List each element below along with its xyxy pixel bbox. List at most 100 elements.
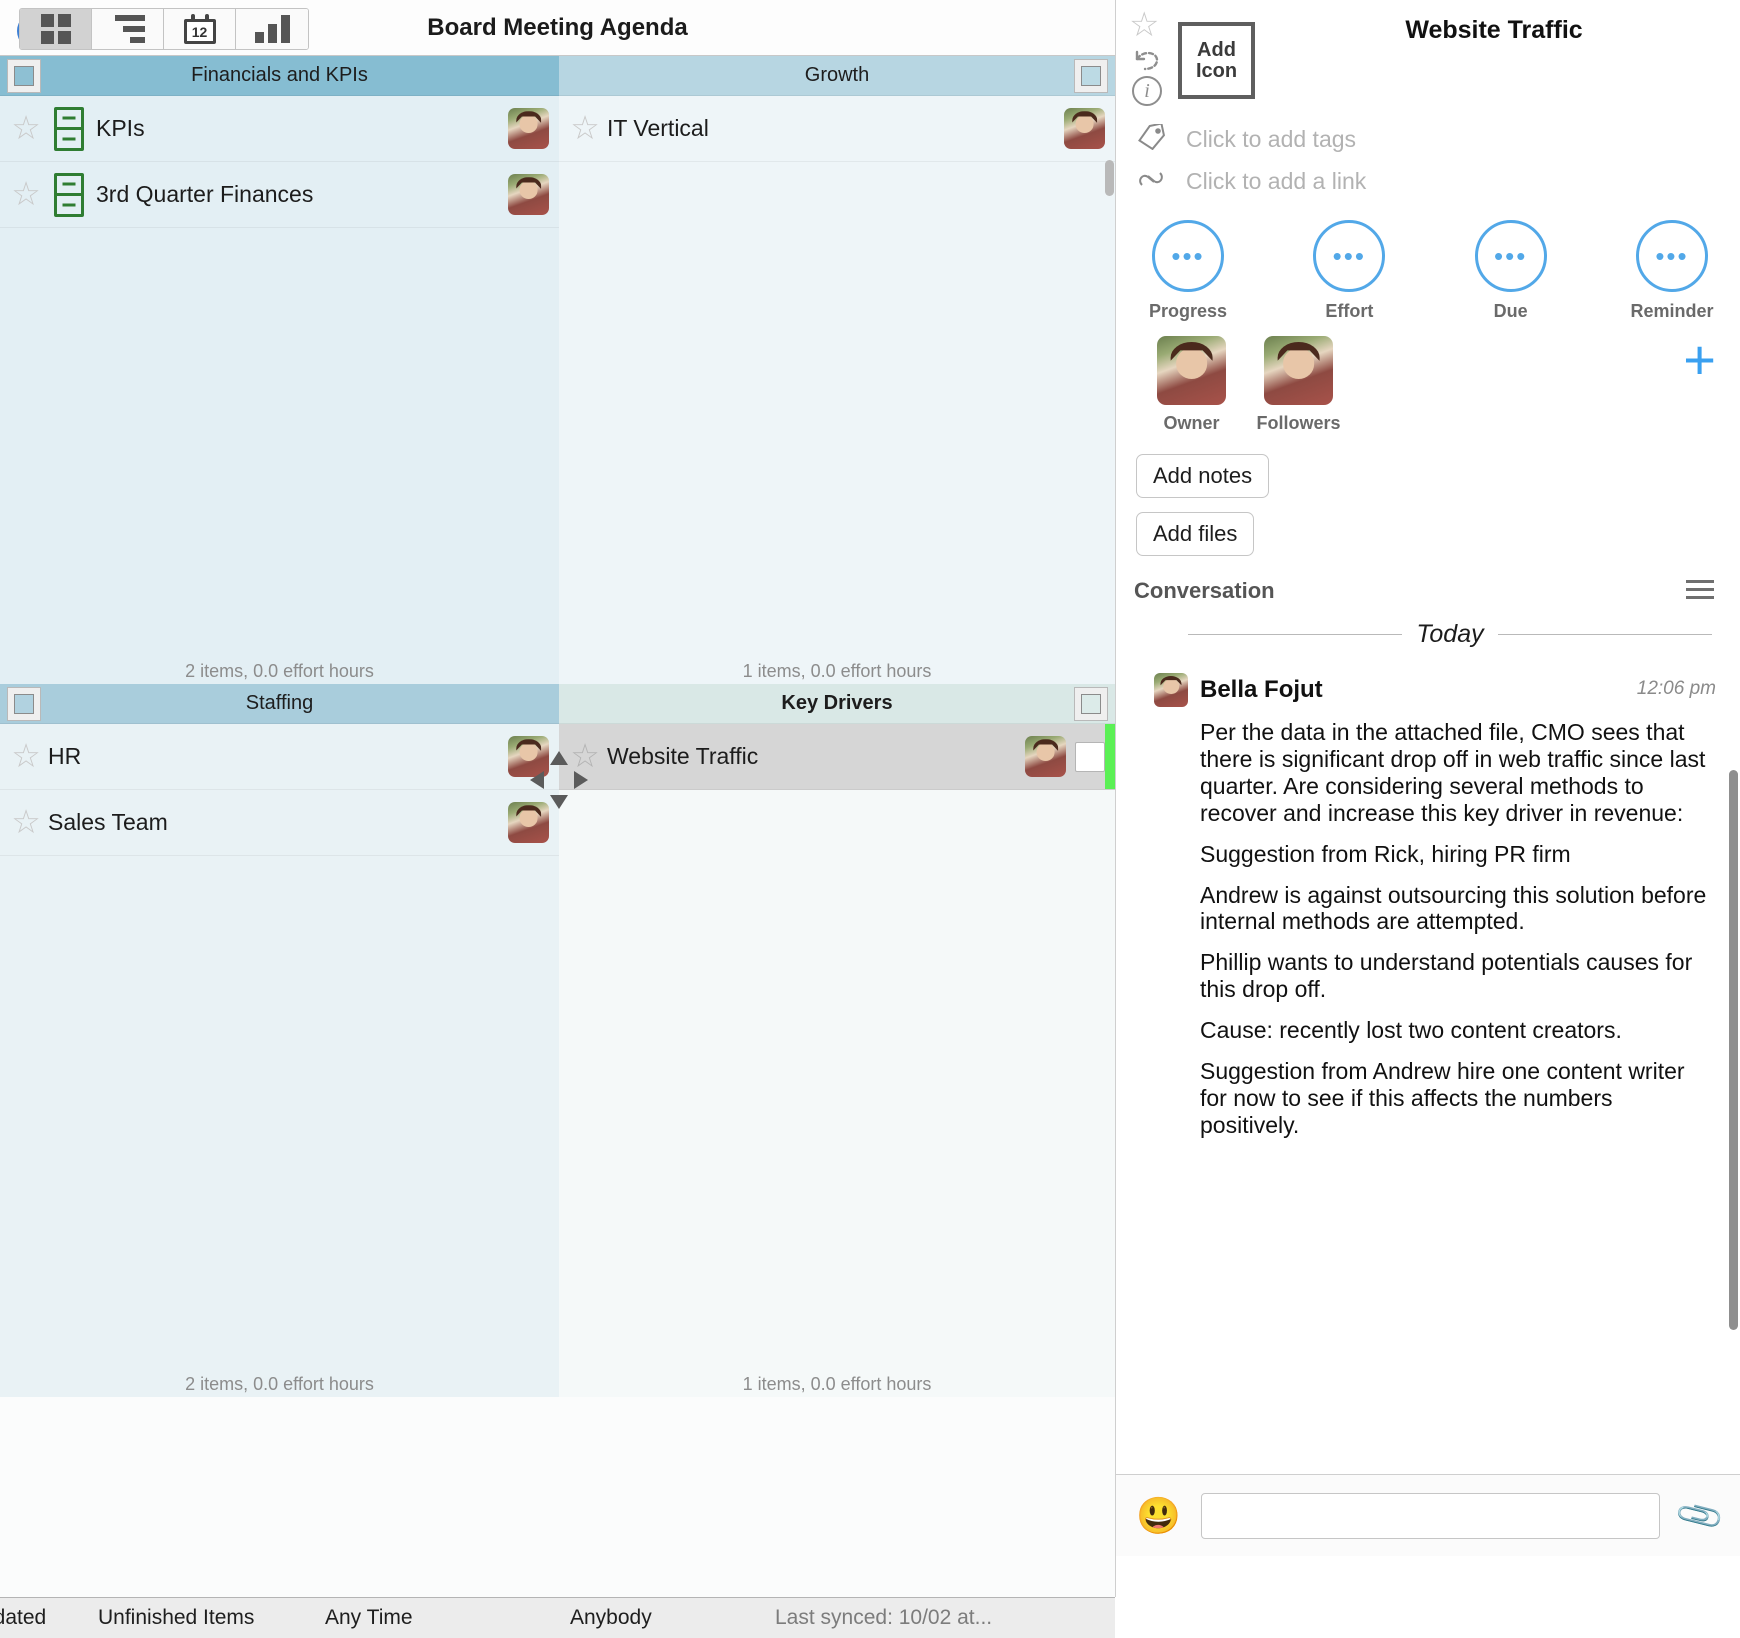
tab-outline-view[interactable] [92,9,164,49]
status-item-last-synced: Last synced: 10/02 at... [775,1606,993,1629]
bar-chart-icon [254,15,290,43]
emoji-icon[interactable]: 😃 [1136,1497,1181,1534]
add-link-row[interactable]: Click to add a link [1116,160,1740,202]
quadrant-body: ☆ KPIs ☆ 3rd Quarter Finances 2 items, 0… [0,96,559,684]
file-cabinet-icon [54,106,84,151]
message-paragraph: Suggestion from Rick, hiring PR firm [1200,840,1571,867]
tag-icon [1136,121,1168,155]
conversation-scrollbar[interactable] [1729,770,1738,1330]
quadrant-expand-button[interactable] [1074,687,1108,721]
arrow-down-icon [550,795,568,809]
status-flag [1105,724,1115,789]
day-separator-label: Today [1416,620,1484,648]
list-item[interactable]: ☆ HR [0,724,559,790]
conversation-label: Conversation [1134,578,1275,603]
list-item[interactable]: ☆ IT Vertical [559,96,1115,162]
avatar [1264,336,1333,405]
quadrant-header[interactable]: Key Drivers [559,684,1115,724]
quadrant-header[interactable]: Staffing [0,684,559,724]
attribute-progress[interactable]: ••• Progress [1134,220,1242,322]
attribute-label: Progress [1148,301,1228,321]
tab-grid-view[interactable] [20,9,92,49]
quadrant-title: Growth [804,64,870,86]
quadrant-staffing: Staffing ☆ HR ☆ Sales Team 2 items, 0.0 … [0,684,559,1397]
paperclip-icon[interactable]: 📎 [1673,1489,1727,1543]
star-icon[interactable]: ☆ [8,176,44,213]
status-item-unfinished[interactable]: Unfinished Items [98,1606,254,1630]
avatar [508,108,549,149]
info-icon[interactable]: i [1132,76,1162,106]
attribute-reminder[interactable]: ••• Reminder [1618,220,1726,322]
detail-pane: ☆ i Add Icon Website Traffic Click to ad… [1115,0,1740,1597]
add-icon-line-2: Icon [1195,59,1238,82]
quadrant-expand-button[interactable] [1074,59,1108,93]
avatar [1154,673,1188,707]
grid-icon [40,14,71,44]
quadrant-key-drivers: Key Drivers ☆ Website Traffic 1 items, 0… [559,684,1115,1397]
quadrant-header[interactable]: Growth [559,56,1115,96]
avatar [508,174,549,215]
quadrant-growth: Growth ☆ IT Vertical 1 items, 0.0 effort… [559,56,1115,684]
conversation-menu-icon[interactable] [1686,580,1714,604]
message-paragraph: Phillip wants to understand potentials c… [1200,949,1693,1003]
star-icon[interactable]: ☆ [8,804,44,841]
board-scrollbar[interactable] [1105,160,1114,196]
quadrant-title: Key Drivers [781,692,893,714]
attribute-effort[interactable]: ••• Effort [1295,220,1403,322]
add-files-button[interactable]: Add files [1136,512,1255,556]
list-item[interactable]: ☆ Sales Team [0,790,559,856]
favorite-star-icon[interactable]: ☆ [1129,8,1159,42]
add-icon-button[interactable]: Add Icon [1178,22,1255,99]
quadrant-header[interactable]: Financials and KPIs [0,56,559,96]
list-item-selected[interactable]: ☆ Website Traffic [559,724,1115,790]
conversation-header: Conversation [1134,578,1740,604]
tab-chart-view[interactable] [236,9,308,49]
file-cabinet-icon [54,172,84,217]
list-item-label: Sales Team [48,809,168,835]
star-icon[interactable]: ☆ [567,110,603,147]
attribute-due[interactable]: ••• Due [1457,220,1565,322]
list-item-label: HR [48,743,82,769]
board-pane: + ‹ › 4 Board Meeting Agenda [0,0,1115,1597]
add-tags-row[interactable]: Click to add tags [1116,118,1740,160]
quadrant-expand-button[interactable] [7,687,41,721]
message-paragraph: Suggestion from Andrew hire one content … [1200,1058,1685,1138]
add-link-placeholder: Click to add a link [1186,167,1367,194]
followers[interactable]: Followers [1245,336,1352,434]
owner[interactable]: Owner [1138,336,1245,434]
avatar [1025,736,1066,777]
message-timestamp: 12:06 pm [1636,678,1716,699]
status-item-time[interactable]: Any Time [325,1606,413,1630]
message-paragraph: Andrew is against outsourcing this solut… [1200,881,1707,935]
star-icon[interactable]: ☆ [8,110,44,147]
quadrant-resize-handle[interactable] [530,751,588,809]
message-input[interactable] [1200,1492,1661,1539]
message-author: Bella Fojut [1200,676,1323,703]
list-item-label: IT Vertical [607,115,709,141]
complete-checkbox[interactable] [1075,741,1105,772]
day-separator: Today [1188,620,1712,649]
undo-icon[interactable] [1133,48,1163,72]
status-item-owner[interactable]: Anybody [570,1606,652,1630]
attribute-label: Due [1493,301,1528,321]
detail-header: ☆ i Add Icon Website Traffic [1116,0,1740,118]
divider [1188,634,1403,635]
status-item-updated[interactable]: pdated [0,1606,46,1630]
quadrant-expand-button[interactable] [7,59,41,93]
list-item[interactable]: ☆ KPIs [0,96,559,162]
add-notes-button[interactable]: Add notes [1136,454,1270,498]
conversation-message: Bella Fojut 12:06 pm Per the data in the… [1154,673,1716,1139]
link-icon [1136,167,1168,196]
list-item-label: 3rd Quarter Finances [96,181,314,207]
star-icon[interactable]: ☆ [8,738,44,775]
list-item-label: Website Traffic [607,743,759,769]
quadrant-body: ☆ Website Traffic 1 items, 0.0 effort ho… [559,724,1115,1397]
avatar [1157,336,1226,405]
list-item[interactable]: ☆ 3rd Quarter Finances [0,162,559,228]
followers-label: Followers [1256,413,1341,433]
status-bar: pdated Unfinished Items Any Time Anybody… [0,1597,1115,1638]
tab-calendar-view[interactable]: 12 [164,9,236,49]
add-person-button[interactable]: + [1683,332,1716,388]
quadrant-body: ☆ HR ☆ Sales Team 2 items, 0.0 effort ho… [0,724,559,1397]
quadrant-body: ☆ IT Vertical 1 items, 0.0 effort hours [559,96,1115,684]
